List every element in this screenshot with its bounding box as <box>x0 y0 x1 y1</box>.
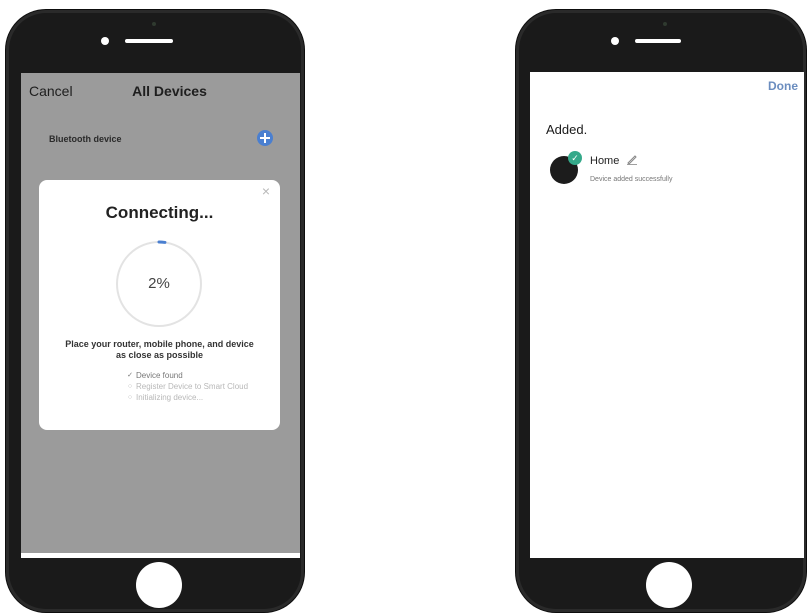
earpiece-speaker <box>125 39 173 43</box>
device-name: Home <box>590 155 620 167</box>
pending-circle-icon: ○ <box>127 383 133 390</box>
camera-dot <box>101 37 109 45</box>
close-icon[interactable]: × <box>262 184 270 198</box>
progress-percent: 2% <box>148 275 170 292</box>
dialog-title: Connecting... <box>105 203 214 222</box>
left-phone-frame: Cancel All Devices Bluetooth device × Co… <box>6 10 304 612</box>
home-button[interactable] <box>136 562 182 608</box>
done-button[interactable]: Done <box>768 79 798 93</box>
plus-circle-icon[interactable] <box>257 130 273 146</box>
step-label: Register Device to Smart Cloud <box>136 382 249 391</box>
home-button[interactable] <box>646 562 692 608</box>
pencil-icon[interactable] <box>626 153 638 165</box>
earpiece-speaker <box>635 39 681 43</box>
pending-circle-icon: ○ <box>127 394 133 401</box>
device-status: Device added successfully <box>590 176 673 183</box>
added-heading: Added. <box>546 122 588 137</box>
sensor-dot <box>152 22 156 26</box>
left-phone-screen: Cancel All Devices Bluetooth device × Co… <box>21 73 300 553</box>
screen-bottom-edge <box>21 553 300 558</box>
step-label: Initializing device... <box>136 393 204 402</box>
connecting-dialog: × Connecting... 2% Place your router, mo… <box>39 180 280 430</box>
check-icon: ✓ <box>127 372 133 379</box>
right-phone-screen: Done Added. ✓ Home Device added successf… <box>530 72 804 558</box>
connection-steps: ✓ Device found ○ Register Device to Smar… <box>126 370 248 403</box>
step-register-cloud: ○ Register Device to Smart Cloud <box>126 381 248 392</box>
step-device-found: ✓ Device found <box>126 370 248 381</box>
placement-hint: Place your router, mobile phone, and dev… <box>65 339 254 360</box>
step-label: Device found <box>136 371 183 380</box>
check-badge-icon: ✓ <box>568 151 582 165</box>
camera-dot <box>611 37 619 45</box>
page-title: All Devices <box>132 83 207 99</box>
right-phone-frame: Done Added. ✓ Home Device added successf… <box>516 10 806 612</box>
sensor-dot <box>663 22 667 26</box>
bluetooth-section-label: Bluetooth device <box>49 134 122 144</box>
step-initializing: ○ Initializing device... <box>126 392 248 403</box>
